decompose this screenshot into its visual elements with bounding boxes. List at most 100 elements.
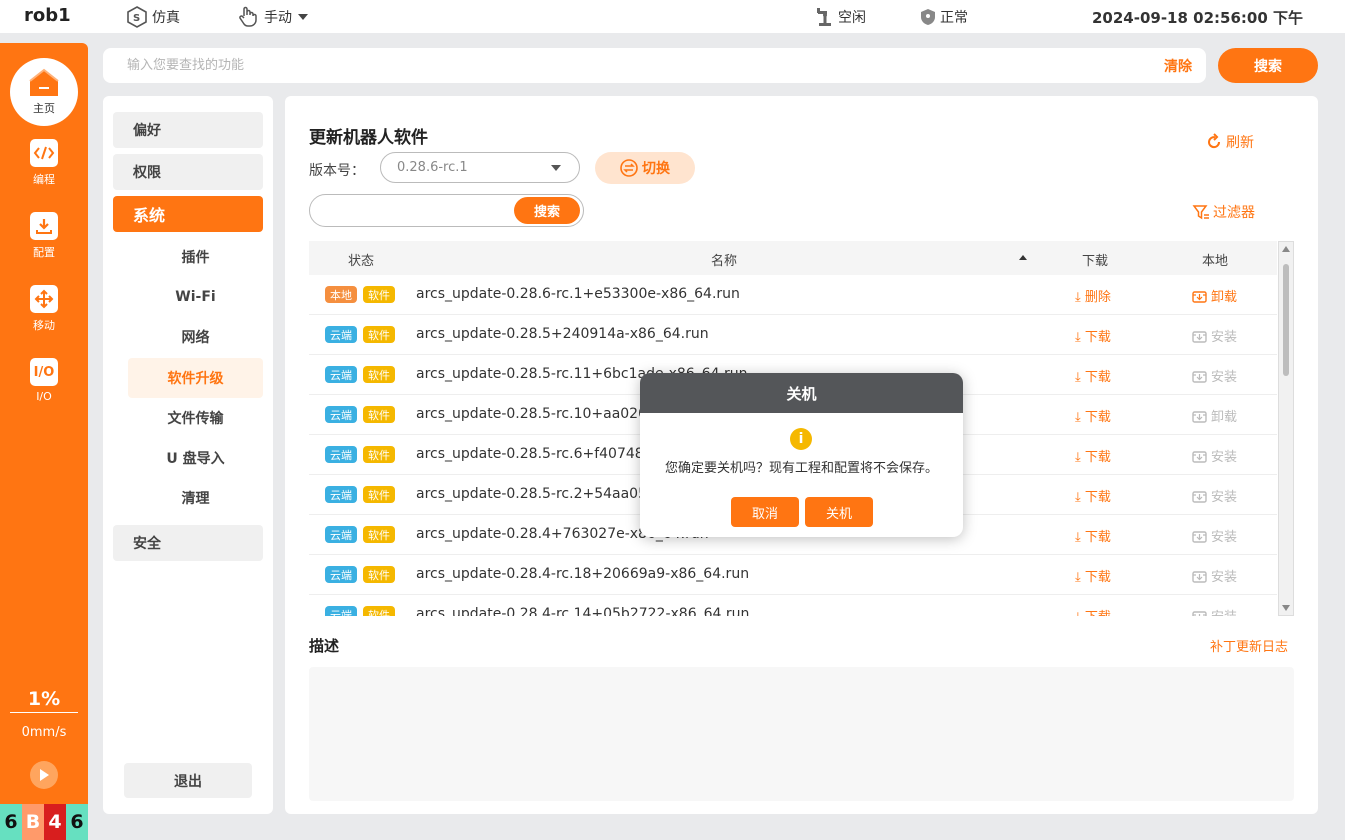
sort-asc-icon[interactable] bbox=[1019, 255, 1027, 260]
local-action: 安装 bbox=[1192, 566, 1237, 585]
simulation-icon: S bbox=[127, 5, 147, 28]
version-select[interactable]: 0.28.6-rc.1 bbox=[380, 152, 580, 183]
nav-program[interactable]: 编程 bbox=[0, 139, 88, 187]
package-search: 搜索 bbox=[309, 194, 584, 227]
play-button[interactable] bbox=[30, 761, 58, 789]
status-strip: 6 B 4 6 bbox=[0, 804, 88, 840]
shutdown-button[interactable]: 关机 bbox=[805, 497, 873, 527]
filter-label: 过滤器 bbox=[1213, 205, 1255, 221]
filter-icon bbox=[1192, 205, 1209, 220]
nav-config[interactable]: 配置 bbox=[0, 212, 88, 260]
local-action: 安装 bbox=[1192, 446, 1237, 465]
table-row[interactable]: 本地 软件 arcs_update-0.28.6-rc.1+e53300e-x86_… bbox=[309, 275, 1277, 315]
table-scrollbar[interactable] bbox=[1278, 241, 1294, 616]
category-system[interactable]: 系统 bbox=[113, 196, 263, 232]
col-download: 下载 bbox=[1082, 254, 1109, 269]
col-name[interactable]: 名称 bbox=[711, 250, 737, 269]
svg-text:S: S bbox=[133, 13, 140, 24]
io-icon: I/O bbox=[30, 358, 58, 386]
category-preferences[interactable]: 偏好 bbox=[113, 112, 263, 148]
logout-button[interactable]: 退出 bbox=[124, 763, 252, 798]
download-action[interactable]: ⤓ 下载 bbox=[1075, 366, 1111, 385]
type-tag: 软件 bbox=[363, 286, 395, 303]
local-action: 卸载 bbox=[1192, 406, 1237, 425]
download-action[interactable]: ⤓ 下载 bbox=[1075, 406, 1111, 425]
type-tag: 软件 bbox=[363, 366, 395, 383]
control-mode-dropdown[interactable]: 手动 bbox=[236, 0, 318, 33]
dialog-title: 关机 bbox=[640, 373, 963, 413]
sub-cleanup[interactable]: 清理 bbox=[128, 478, 263, 518]
nav-io[interactable]: I/O I/O bbox=[0, 358, 88, 403]
refresh-button[interactable]: 刷新 bbox=[1205, 132, 1254, 152]
package-search-input[interactable] bbox=[320, 197, 510, 224]
switch-label: 切换 bbox=[642, 161, 670, 177]
shutdown-dialog: 关机 i 您确定要关机吗？现有工程和配置将不会保存。 取消 关机 bbox=[640, 373, 963, 537]
local-action: 安装 bbox=[1192, 526, 1237, 545]
source-tag: 云端 bbox=[325, 366, 357, 383]
table-row[interactable]: 云端 软件 arcs_update-0.28.4-rc.14+05b2722-x86… bbox=[309, 595, 1277, 616]
cancel-button[interactable]: 取消 bbox=[731, 497, 799, 527]
category-permissions[interactable]: 权限 bbox=[113, 154, 263, 190]
home-icon bbox=[29, 68, 59, 96]
sub-software-upgrade[interactable]: 软件升级 bbox=[128, 358, 263, 398]
local-action-label: 卸载 bbox=[1211, 290, 1238, 305]
install-box-icon bbox=[1192, 490, 1207, 503]
download-action[interactable]: ⤓ 下载 bbox=[1075, 606, 1111, 616]
install-box-icon bbox=[1192, 290, 1207, 303]
local-action-label: 安装 bbox=[1211, 490, 1238, 505]
sub-wifi[interactable]: Wi-Fi bbox=[128, 277, 263, 317]
speed-percent[interactable]: 1% bbox=[0, 688, 88, 710]
download-action[interactable]: ⤓ 删除 bbox=[1075, 286, 1111, 305]
nav-move[interactable]: 移动 bbox=[0, 285, 88, 333]
local-action-label: 安装 bbox=[1211, 330, 1238, 345]
robot-state: 空闲 bbox=[816, 0, 866, 33]
local-action-label: 安装 bbox=[1211, 370, 1238, 385]
table-row[interactable]: 云端 软件 arcs_update-0.28.5+240914a-x86_64.ru… bbox=[309, 315, 1277, 355]
robot-arm-icon bbox=[817, 7, 831, 26]
sub-network[interactable]: 网络 bbox=[128, 317, 263, 357]
category-security[interactable]: 安全 bbox=[113, 525, 263, 561]
function-search-input[interactable] bbox=[127, 48, 1127, 83]
simulation-mode[interactable]: S 仿真 bbox=[126, 0, 180, 33]
install-box-icon bbox=[1192, 450, 1207, 463]
type-tag: 软件 bbox=[363, 446, 395, 463]
sub-usb-import[interactable]: U 盘导入 bbox=[128, 438, 263, 478]
download-action[interactable]: ⤓ 下载 bbox=[1075, 446, 1111, 465]
nav-move-label: 移动 bbox=[33, 319, 55, 332]
scroll-thumb[interactable] bbox=[1283, 264, 1289, 376]
install-box-icon bbox=[1192, 410, 1207, 423]
top-bar: rob1 S 仿真 手动 空闲 正常 2024-09-18 02:56:00 下… bbox=[0, 0, 1345, 33]
move-arrows-icon bbox=[30, 285, 58, 313]
source-tag: 云端 bbox=[325, 406, 357, 423]
nav-home[interactable]: 主页 bbox=[10, 58, 78, 126]
download-action[interactable]: ⤓ 下载 bbox=[1075, 486, 1111, 505]
install-box-icon bbox=[1192, 610, 1207, 616]
local-action[interactable]: 卸载 bbox=[1192, 286, 1237, 305]
function-search-bar: 清除 bbox=[103, 48, 1206, 83]
filter-button[interactable]: 过滤器 bbox=[1192, 202, 1255, 222]
download-action[interactable]: ⤓ 下载 bbox=[1075, 526, 1111, 545]
download-action[interactable]: ⤓ 下载 bbox=[1075, 326, 1111, 345]
col-status: 状态 bbox=[348, 254, 375, 269]
function-search-button[interactable]: 搜索 bbox=[1218, 48, 1318, 83]
changelog-link[interactable]: 补丁更新日志 bbox=[1210, 636, 1288, 655]
status-cell-3: 4 bbox=[44, 804, 66, 840]
play-icon bbox=[40, 769, 49, 781]
refresh-label: 刷新 bbox=[1226, 135, 1254, 151]
package-search-button[interactable]: 搜索 bbox=[514, 197, 580, 224]
source-tag: 云端 bbox=[325, 606, 357, 616]
package-name: arcs_update-0.28.4-rc.14+05b2722-x86_64.… bbox=[416, 606, 750, 616]
sub-plugins[interactable]: 插件 bbox=[128, 237, 263, 277]
col-local: 本地 bbox=[1202, 254, 1229, 269]
source-tag: 云端 bbox=[325, 486, 357, 503]
download-action[interactable]: ⤓ 下载 bbox=[1075, 566, 1111, 585]
scroll-down-icon[interactable] bbox=[1282, 605, 1290, 611]
speed-divider bbox=[10, 712, 78, 713]
scroll-up-icon[interactable] bbox=[1282, 246, 1290, 252]
switch-button[interactable]: 切换 bbox=[595, 152, 695, 184]
clear-button[interactable]: 清除 bbox=[1164, 56, 1192, 76]
local-action-label: 卸载 bbox=[1211, 410, 1238, 425]
version-label: 版本号： bbox=[309, 163, 365, 179]
table-row[interactable]: 云端 软件 arcs_update-0.28.4-rc.18+20669a9-x86… bbox=[309, 555, 1277, 595]
sub-file-transfer[interactable]: 文件传输 bbox=[128, 398, 263, 438]
